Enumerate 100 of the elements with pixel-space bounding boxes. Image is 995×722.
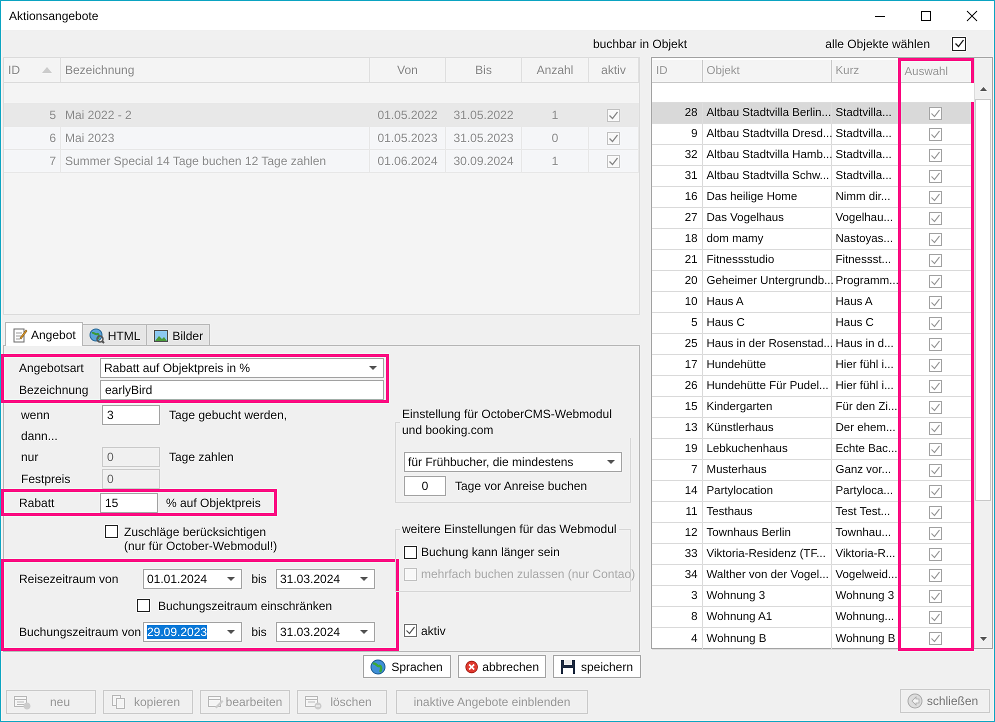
table-cell: 5	[4, 104, 60, 126]
checkbox[interactable]	[929, 380, 942, 392]
checkbox[interactable]	[929, 106, 942, 120]
checkbox[interactable]	[929, 526, 942, 540]
table-cell: Fitnessstudio	[702, 250, 831, 270]
checkbox-label: mehrfach buchen zulassen (nur Contao)	[421, 567, 636, 581]
table-cell: Nastoyas...	[831, 228, 899, 250]
checkbox[interactable]	[929, 422, 942, 434]
table-cell: 11	[652, 502, 702, 522]
table-cell: Haus in der Rosenstad...	[702, 334, 831, 354]
table-cell: 18	[652, 228, 702, 250]
checkbox-label: alle Objekte wählen	[825, 36, 930, 50]
checkbox[interactable]	[404, 546, 417, 558]
field-label: bis	[250, 572, 268, 586]
checkbox[interactable]	[929, 274, 942, 288]
tab[interactable]: Angebot	[5, 322, 83, 346]
checkbox[interactable]	[929, 232, 942, 246]
table-cell: Testhaus	[702, 502, 831, 522]
table-cell: 34	[652, 564, 702, 586]
date-picker[interactable]: 31.03.2024	[276, 568, 375, 588]
checkbox[interactable]	[929, 212, 942, 224]
caret-icon	[607, 460, 615, 464]
checkbox[interactable]	[929, 316, 942, 330]
checkbox[interactable]	[404, 624, 417, 637]
checkbox[interactable]	[929, 610, 942, 624]
column-header[interactable]: ID	[652, 60, 702, 82]
checkbox[interactable]	[929, 632, 942, 644]
table-cell: 6	[4, 126, 60, 150]
text-field[interactable]: earlyBird	[100, 380, 384, 400]
checkbox[interactable]	[929, 442, 942, 456]
checkbox[interactable]	[137, 599, 150, 612]
table-cell: Hier fühl i...	[831, 354, 899, 376]
table-cell: 25	[652, 334, 702, 354]
table-cell: Townhaus Berlin	[702, 522, 831, 544]
checkbox[interactable]	[929, 296, 942, 308]
table-cell: Townhau...	[831, 522, 899, 544]
table-cell: Für den Zi...	[831, 396, 899, 418]
table-cell: 32	[652, 144, 702, 166]
checkbox[interactable]	[952, 36, 966, 50]
field-label: Tage gebucht werden,	[169, 408, 288, 422]
checkbox[interactable]	[929, 590, 942, 602]
checkbox[interactable]	[929, 548, 942, 560]
table-cell: 30.09.2024	[446, 150, 522, 172]
checkbox[interactable]	[929, 400, 942, 414]
table-cell: Künstlerhaus	[702, 418, 831, 438]
column-header[interactable]: Auswahl	[899, 60, 972, 82]
checkbox[interactable]	[105, 525, 118, 538]
dropdown[interactable]: für Frühbucher, die mindestens	[404, 452, 622, 472]
checkbox[interactable]	[929, 484, 942, 498]
text-field[interactable]: 0	[404, 476, 446, 496]
window-title: Aktionsangebote	[9, 8, 98, 22]
field-label: Festpreis	[21, 472, 72, 486]
notepad-icon	[12, 326, 28, 342]
checkbox[interactable]	[929, 254, 942, 266]
scrollbar[interactable]	[974, 58, 992, 648]
table-cell: 19	[652, 438, 702, 460]
table-cell: Der ehem...	[831, 418, 899, 438]
arrow-left-circle-icon	[906, 693, 922, 709]
text-field[interactable]: 15	[100, 492, 158, 512]
checkbox[interactable]	[929, 170, 942, 182]
column-header[interactable]: Objekt	[702, 60, 831, 82]
table-cell: dom mamy	[702, 228, 831, 250]
table-cell: 5	[652, 312, 702, 334]
checkbox[interactable]	[929, 568, 942, 582]
checkbox[interactable]	[929, 358, 942, 372]
checkbox[interactable]	[929, 148, 942, 162]
close-icon[interactable]	[966, 10, 978, 22]
checkbox-label: aktiv	[421, 624, 446, 638]
checkbox[interactable]	[929, 506, 942, 518]
table-cell: Viktoria-Residenz (TF...	[702, 544, 831, 564]
date-picker[interactable]: 31.03.2024	[276, 622, 375, 642]
table-cell: Altbau Stadtvilla Dresd...	[702, 124, 831, 144]
caret-icon	[369, 366, 377, 370]
checkbox[interactable]	[929, 128, 942, 140]
text-field[interactable]: 3	[102, 405, 160, 425]
maximize-icon[interactable]	[920, 10, 932, 22]
date-picker[interactable]: 01.01.2024	[143, 568, 242, 588]
dropdown[interactable]: Rabatt auf Objektpreis in %	[100, 358, 384, 378]
table-cell: Partylocation	[702, 480, 831, 502]
table-cell: 3	[652, 586, 702, 606]
table-cell: 01.06.2024	[370, 150, 446, 172]
tab[interactable]: Bilder	[146, 324, 210, 346]
table-cell: Kindergarten	[702, 396, 831, 418]
table-cell: Haus A	[702, 292, 831, 312]
table-cell: Nimm dir...	[831, 186, 899, 208]
table-cell: 10	[652, 292, 702, 312]
table-cell: 12	[652, 522, 702, 544]
table-cell: Das Vogelhaus	[702, 208, 831, 228]
checkbox[interactable]	[929, 464, 942, 476]
section-label: dann...	[21, 429, 58, 443]
dialog-button[interactable]: Sprachen	[363, 655, 451, 678]
section-label: buchbar in Objekt	[593, 36, 688, 50]
dialog-button[interactable]: speichern	[553, 655, 641, 678]
checkbox[interactable]	[929, 338, 942, 350]
dialog-button[interactable]: abbrechen	[458, 655, 546, 678]
tab[interactable]: HTML	[82, 324, 148, 346]
column-header[interactable]: Kurz	[831, 60, 899, 82]
checkbox[interactable]	[929, 190, 942, 204]
table-cell: Haus A	[831, 292, 899, 312]
date-picker[interactable]: 29.09.2023	[143, 622, 242, 642]
